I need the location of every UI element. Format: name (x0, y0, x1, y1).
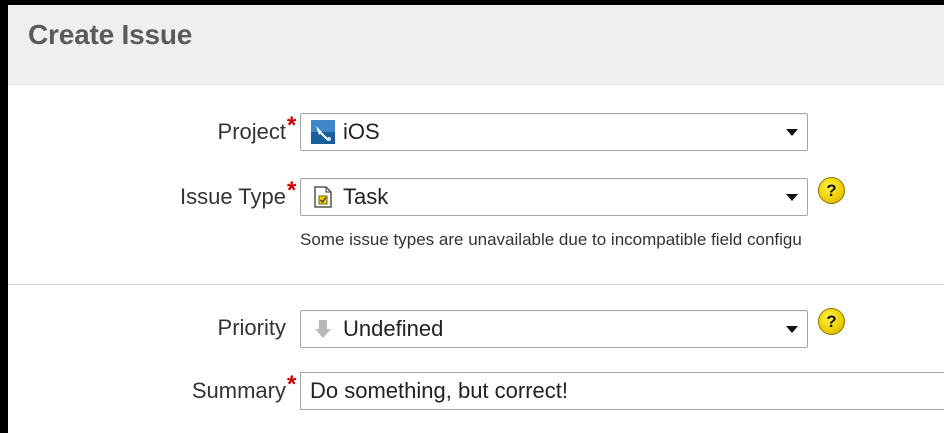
summary-label: Summary (191, 378, 286, 403)
project-select[interactable]: iOS (300, 113, 808, 151)
dialog-header: Create Issue (8, 5, 944, 85)
issue-type-required-marker: * (287, 177, 297, 204)
priority-select[interactable]: Undefined (300, 310, 808, 348)
issue-type-selected-value: Task (343, 184, 389, 209)
help-icon[interactable]: ? (818, 308, 845, 335)
create-issue-dialog: Create Issue Project * iOS Issue Type * (8, 5, 944, 433)
summary-input-value: Do something, but correct! (310, 378, 569, 403)
chevron-down-icon (786, 129, 798, 136)
priority-selected-value: Undefined (343, 316, 444, 341)
issue-type-label: Issue Type (180, 184, 286, 209)
summary-required-marker: * (287, 371, 297, 398)
summary-input[interactable]: Do something, but correct! (300, 372, 944, 410)
priority-label: Priority (217, 315, 286, 340)
ios-project-icon (311, 120, 335, 144)
project-required-marker: * (287, 112, 297, 139)
dialog-title: Create Issue (28, 19, 193, 50)
project-label: Project (217, 119, 286, 144)
help-icon[interactable]: ? (818, 177, 845, 204)
chevron-down-icon (786, 194, 798, 201)
issue-type-description: Some issue types are unavailable due to … (300, 230, 802, 249)
chevron-down-icon (786, 326, 798, 333)
section-divider (8, 284, 944, 285)
issue-type-select[interactable]: Task (300, 178, 808, 216)
down-arrow-priority-icon (311, 317, 335, 341)
project-selected-value: iOS (343, 119, 380, 144)
task-icon (311, 185, 335, 209)
